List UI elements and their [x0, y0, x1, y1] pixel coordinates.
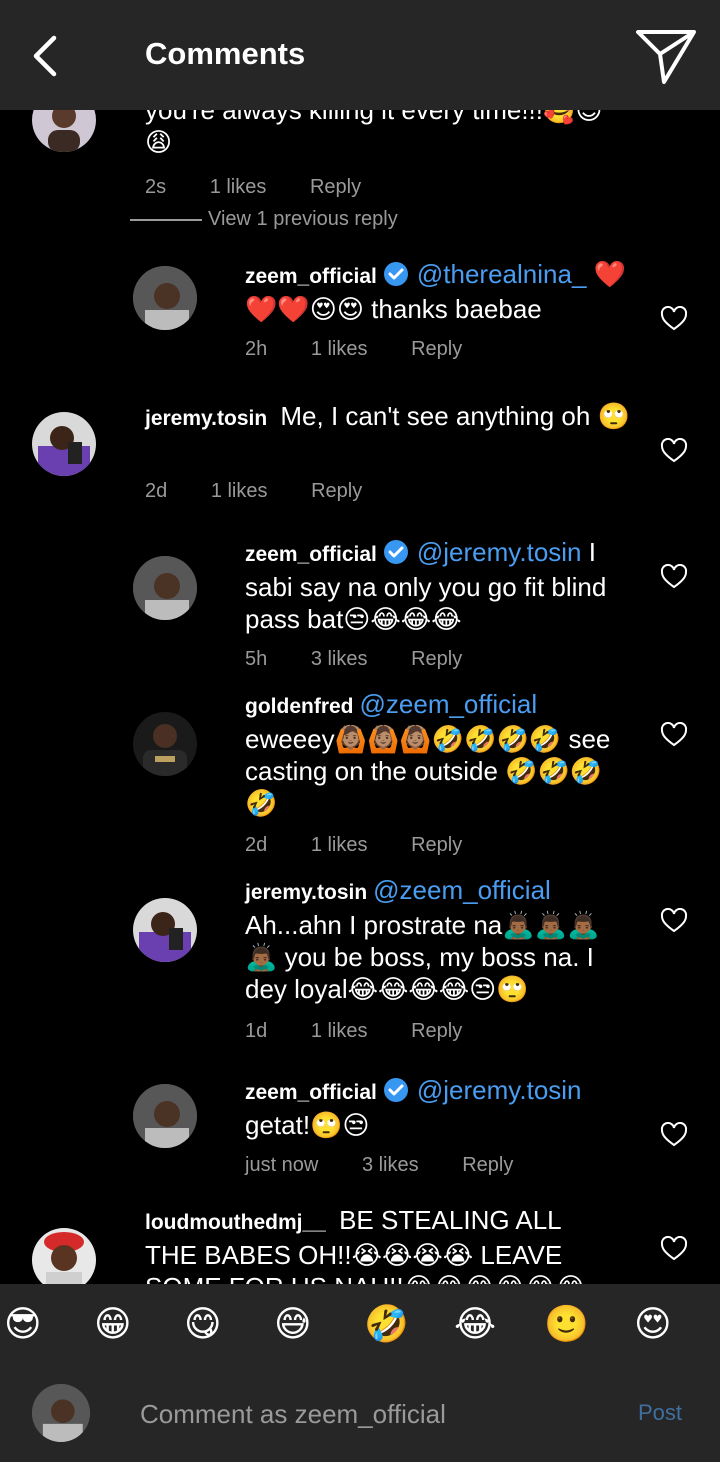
comment-body: getat!🙄😒	[245, 1110, 370, 1140]
timestamp: 5h	[245, 648, 268, 670]
comment-text: jeremy.tosin Me, I can't see anything oh…	[145, 400, 635, 435]
timestamp: 2d	[245, 834, 268, 856]
emoji-heart-eyes-button[interactable]: 😍	[634, 1302, 672, 1346]
header-bar: Comments	[0, 0, 720, 110]
heart-icon[interactable]	[660, 564, 688, 590]
comment-meta: 1d 1 likes Reply	[245, 1020, 500, 1043]
likes-count[interactable]: 1 likes	[211, 480, 268, 502]
emoji-grin-button[interactable]: 😁	[94, 1302, 132, 1346]
comments-feed[interactable]: you're always killing it every time!!!🥰😍…	[0, 110, 720, 1284]
likes-count[interactable]: 1 likes	[311, 338, 368, 360]
comment-text: zeem_official @jeremy.tosin getat!🙄😒	[245, 1074, 625, 1141]
comment-input-bar: Post	[0, 1364, 720, 1462]
heart-icon[interactable]	[660, 722, 688, 748]
username[interactable]: zeem_official	[245, 543, 377, 566]
reply-button[interactable]: Reply	[411, 338, 462, 360]
heart-icon[interactable]	[660, 908, 688, 934]
username[interactable]: zeem_official	[245, 265, 377, 288]
timestamp: 2s	[145, 176, 167, 198]
likes-count[interactable]: 3 likes	[362, 1154, 419, 1176]
avatar[interactable]	[133, 712, 197, 776]
emoji-rofl-button[interactable]: 🤣	[364, 1302, 409, 1346]
comment-text: zeem_official @jeremy.tosin I sabi say na…	[245, 536, 625, 635]
comment-text: loudmouthedmj__ BE STEALING ALL THE BABE…	[145, 1204, 615, 1284]
comment-meta: 2d 1 likes Reply	[245, 834, 500, 857]
heart-icon[interactable]	[660, 1122, 688, 1148]
likes-count[interactable]: 3 likes	[311, 648, 368, 670]
back-arrow-icon[interactable]	[28, 34, 62, 78]
emoji-sunglasses-button[interactable]: 😎	[4, 1302, 42, 1346]
reply-button[interactable]: Reply	[310, 176, 361, 198]
verified-badge-icon	[383, 1078, 408, 1102]
mention-link[interactable]: @jeremy.tosin	[417, 1075, 582, 1105]
timestamp: 2d	[145, 480, 168, 502]
comment-body: eweeey🙆🏽🙆🏽🙆🏽🤣🤣🤣🤣 see casting on the outs…	[245, 724, 611, 818]
mention-link[interactable]: @zeem_official	[360, 689, 538, 719]
avatar[interactable]	[133, 556, 197, 620]
comment-body: you're always killing it every time!!!🥰😍…	[145, 110, 603, 157]
paper-plane-icon[interactable]	[634, 26, 698, 86]
emoji-smile-button[interactable]: 🙂	[544, 1302, 589, 1346]
likes-count[interactable]: 1 likes	[311, 1020, 368, 1042]
avatar[interactable]	[133, 266, 197, 330]
avatar[interactable]	[133, 1084, 197, 1148]
comment-meta: just now 3 likes Reply	[245, 1154, 551, 1177]
avatar[interactable]	[32, 412, 96, 476]
avatar[interactable]	[32, 110, 96, 152]
emoji-joy-button[interactable]: 😂	[454, 1302, 496, 1346]
likes-count[interactable]: 1 likes	[311, 834, 368, 856]
mention-link[interactable]: @zeem_official	[373, 875, 551, 905]
mention-link[interactable]: @jeremy.tosin	[417, 537, 582, 567]
avatar[interactable]	[133, 898, 197, 962]
reply-button[interactable]: Reply	[462, 1154, 513, 1176]
heart-icon[interactable]	[660, 306, 688, 332]
username[interactable]: zeem_official	[245, 1081, 377, 1104]
post-button[interactable]: Post	[638, 1400, 682, 1426]
timestamp: 2h	[245, 338, 268, 360]
reply-button[interactable]: Reply	[411, 1020, 462, 1042]
comment-meta: 2s 1 likes Reply	[145, 176, 399, 199]
avatar	[32, 1384, 90, 1442]
heart-icon[interactable]	[660, 438, 688, 464]
verified-badge-icon	[383, 540, 408, 564]
emoji-yum-button[interactable]: 😋	[184, 1302, 222, 1346]
reply-button[interactable]: Reply	[411, 648, 462, 670]
reply-button[interactable]: Reply	[311, 480, 362, 502]
username[interactable]: loudmouthedmj__	[145, 1211, 326, 1234]
likes-count[interactable]: 1 likes	[210, 176, 267, 198]
view-previous-replies[interactable]: View 1 previous reply	[130, 208, 398, 231]
comment-text: goldenfred @zeem_official eweeey🙆🏽🙆🏽🙆🏽🤣🤣🤣…	[245, 688, 625, 819]
comment-meta: 2h 1 likes Reply	[245, 338, 500, 361]
emoji-sweat-smile-button[interactable]: 😅	[274, 1302, 312, 1346]
verified-badge-icon	[383, 262, 408, 286]
comment-body: Ah...ahn I prostrate na🙇🏾‍♂️🙇🏾‍♂️🙇🏾‍♂️🙇🏾…	[245, 910, 600, 1004]
page-title: Comments	[145, 36, 306, 71]
comment-text: zeem_official @therealnina_ ❤️❤️❤️😍😍 than…	[245, 258, 640, 325]
heart-icon[interactable]	[660, 1236, 688, 1262]
comment-meta: 2d 1 likes Reply	[145, 480, 400, 503]
comment-text: jeremy.tosin @zeem_official Ah...ahn I pr…	[245, 874, 625, 1005]
avatar[interactable]	[32, 1228, 96, 1284]
mention-link[interactable]: @therealnina_	[417, 259, 587, 289]
username[interactable]: jeremy.tosin	[245, 881, 367, 904]
timestamp: 1d	[245, 1020, 268, 1042]
emoji-quick-bar: 😎 😁 😋 😅 🤣 😂 🙂 😍	[0, 1284, 720, 1364]
comment-text: you're always killing it every time!!!🥰😍…	[145, 110, 615, 158]
comment-input[interactable]	[140, 1394, 610, 1434]
reply-button[interactable]: Reply	[411, 834, 462, 856]
comment-body: Me, I can't see anything oh 🙄	[280, 401, 630, 431]
comment-meta: 5h 3 likes Reply	[245, 648, 500, 671]
username[interactable]: jeremy.tosin	[145, 407, 267, 430]
timestamp: just now	[245, 1154, 319, 1176]
username[interactable]: goldenfred	[245, 695, 354, 718]
